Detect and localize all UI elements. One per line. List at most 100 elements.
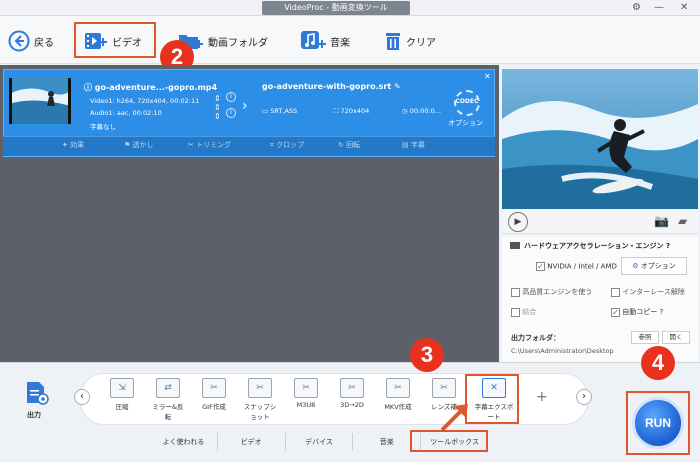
nvidia-checkbox[interactable]: ✓ NVIDIA / Intel / AMD [536,262,617,271]
help-icon[interactable]: ? [659,308,663,316]
browse-button[interactable]: 参照 [631,331,659,344]
gear-icon: ⚙ [632,262,639,270]
snapshot-icon: ✂ [248,378,272,398]
auto-copy-checkbox[interactable]: ✓ 自動コピー ? [611,307,663,317]
video-label: ビデオ [112,37,142,49]
merge-checkbox[interactable]: 結合 [511,307,536,317]
audio-stream-info: Audio1: aac, 00:02:10 [90,109,162,117]
minimize-icon[interactable]: — [654,2,664,14]
add-video-icon [85,33,107,49]
play-icon[interactable]: ▶ [508,212,528,232]
compress-icon: ⇲ [110,378,134,398]
convert-arrow-icon: › [242,98,248,114]
mirror-icon: ⇄ [156,378,180,398]
carousel-next-icon[interactable]: › [576,389,592,405]
info-icon[interactable]: i [226,92,236,102]
subtitle-button[interactable]: ▤ 字幕 [402,140,425,150]
hw-option-button[interactable]: ⚙ オプション [621,257,687,275]
output-resolution: ⛶ 720x404 [334,107,370,115]
crop-button[interactable]: ⌗ クロップ [270,140,304,150]
step-badge-3: 3 [410,338,444,372]
scissors-icon: ✂ [188,141,194,149]
output-folder-label: 出力フォルダ： [511,334,560,342]
add-music-button[interactable]: 音楽 [300,28,350,54]
hq-engine-checkbox[interactable]: 高品質エンジンを使う [511,287,592,297]
tool-mkv[interactable]: ✂ MKV作成 [380,378,416,411]
option-label[interactable]: オプション [448,118,483,128]
document-icon: ▭ [262,107,269,115]
output-label: 出力 [27,411,41,419]
gif-icon: ✂ [202,378,226,398]
run-button[interactable]: RUN [632,397,684,449]
clock-icon: ◷ [402,107,408,115]
clear-button[interactable]: クリア [384,28,436,54]
mkv-icon: ✂ [386,378,410,398]
back-arrow-icon [8,30,30,52]
crop-icon: ⌗ [270,141,274,149]
trim-button[interactable]: ✂ トリミング [188,140,231,150]
tab-common[interactable]: よく使われる [150,433,218,451]
output-path: C:\Users\Administrator\Desktop [511,347,614,355]
info-icon[interactable]: i [226,108,236,118]
open-button[interactable]: 開く [662,331,690,344]
add-video-button[interactable]: ビデオ [84,28,142,54]
edit-pencil-icon[interactable]: ✎ [394,82,401,91]
deinterlace-checkbox[interactable]: インターレース解除 [611,287,685,297]
tool-subtitle-export[interactable]: ✕ 字幕エクスポート [474,378,514,421]
gpu-icon [510,242,520,249]
video-thumbnail[interactable] [9,78,71,124]
tool-3d-to-2d[interactable]: ✂ 3D→2D [334,378,370,409]
output-format: ▭ SRT,ASS [262,107,298,115]
hw-accel-title: ハードウェアアクセラレーション・エンジン ? [524,242,671,250]
back-label: 戻る [34,37,54,49]
carousel-prev-icon[interactable]: ‹ [74,389,90,405]
tab-video[interactable]: ビデオ [218,433,286,451]
3d-icon: ✂ [340,378,364,398]
close-icon[interactable]: ✕ [484,72,491,81]
rotate-icon: ↻ [338,141,344,149]
music-label: 音楽 [330,37,350,49]
lens-icon: ✂ [432,378,456,398]
checkbox-checked[interactable]: ✓ [611,307,620,317]
tool-compress[interactable]: ⇲ 圧縮 [104,378,140,411]
tool-m3u8[interactable]: ✂ M3U8 [288,378,324,409]
close-icon[interactable]: ✕ [680,2,688,14]
music-icon [301,31,326,49]
checkbox-unchecked[interactable] [511,287,520,297]
subtitle-info: 字幕なし [90,123,116,131]
folder-icon[interactable]: ▰ [678,214,687,228]
video-stream-info: Video1: h264, 720x404, 00:02:11 [90,97,200,105]
rotate-button[interactable]: ↻ 回転 [338,140,360,150]
stream-selector-arrows[interactable]: ⇕ ⇕ ⇕ [214,94,221,121]
checkbox-unchecked[interactable] [611,287,620,297]
source-file-name: ⓘ go-adventure...-gopro.mp4 [84,83,218,92]
watermark-button[interactable]: ⚑ 透かし [124,140,154,150]
add-tool-icon[interactable]: + [536,389,548,405]
info-icon: ⓘ [84,83,92,92]
video-preview [502,69,698,209]
tab-device[interactable]: デバイス [286,433,354,451]
m3u8-icon: ✂ [294,378,318,398]
subtitle-icon: ▤ [402,141,409,149]
codec-label-text: CODEC [455,98,479,105]
folder-label: 動画フォルダ [208,37,268,49]
stamp-icon: ⚑ [124,141,131,149]
window-title: VideoProc - 動画変換ツール [262,1,410,15]
gear-icon[interactable]: ⚙ [632,2,641,14]
help-icon[interactable]: ? [666,242,670,250]
back-button[interactable]: 戻る [8,28,54,54]
tool-mirror[interactable]: ⇄ ミラー&反転 [150,378,186,421]
output-file-name[interactable]: go-adventure-with-gopro.srt ✎ [262,82,401,91]
output-settings-button[interactable] [24,380,50,409]
annotation-arrow-icon [440,404,468,432]
output-duration: ◷ 00:00:0... [402,107,442,115]
tools-icon: ✕ [482,378,506,398]
clear-label: クリア [406,37,436,49]
trash-icon [386,33,400,50]
effect-button[interactable]: ✦ 効果 [62,140,84,150]
tool-gif[interactable]: ✂ GIF作成 [196,378,232,411]
tool-snapshot[interactable]: ✂ スナップショット [242,378,278,421]
camera-icon[interactable]: 📷 [654,214,669,228]
checkbox-unchecked[interactable] [511,307,520,317]
checkbox-checked[interactable]: ✓ [536,262,545,271]
